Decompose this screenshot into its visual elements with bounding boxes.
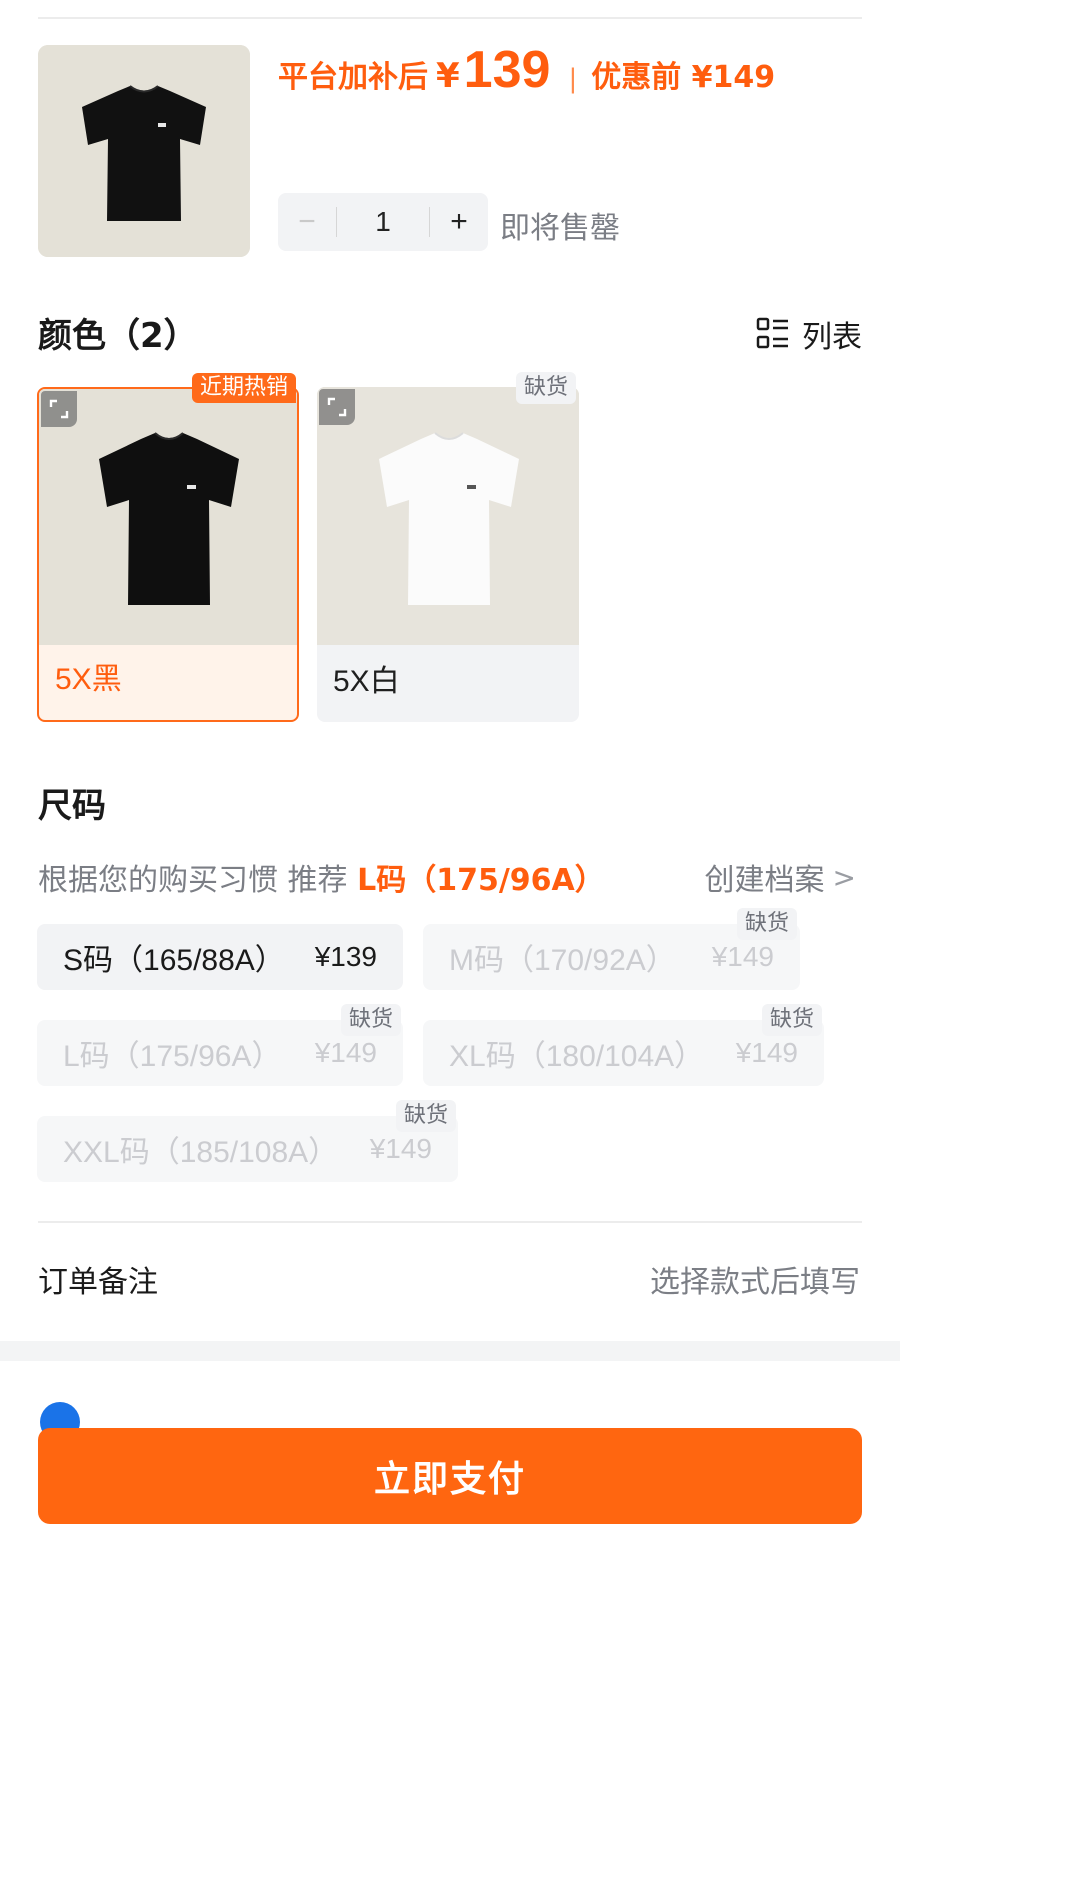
list-view-icon [756, 317, 788, 349]
black-tshirt-image [39, 389, 297, 645]
color-option-image [317, 387, 579, 645]
quantity-decrease-button[interactable]: − [278, 193, 336, 251]
price-separator: | [568, 64, 578, 94]
list-view-label: 列表 [802, 320, 862, 355]
create-profile-link[interactable]: 创建档案 > [705, 855, 856, 899]
expand-icon [49, 399, 69, 419]
quantity-increase-button[interactable]: + [430, 193, 488, 251]
size-section-title: 尺码 [38, 786, 106, 826]
stock-note: 即将售罄 [500, 211, 620, 246]
size-option-name: XXL码（185/108A） [63, 1136, 339, 1169]
order-note-input[interactable]: 选择款式后填写 [650, 1257, 860, 1301]
out-of-stock-badge: 缺货 [762, 1004, 823, 1036]
size-option-price: ¥149 [711, 941, 774, 972]
size-option-name: M码（170/92A） [449, 944, 676, 977]
color-option-white[interactable]: 5X白 [317, 387, 579, 722]
size-option-xxl[interactable]: XXL码（185/108A） ¥149 [37, 1116, 458, 1182]
out-of-stock-badge: 缺货 [396, 1100, 457, 1132]
out-of-stock-badge: 缺货 [737, 908, 798, 940]
chevron-right-icon: > [832, 860, 856, 894]
quantity-value[interactable]: 1 [337, 206, 429, 238]
currency-symbol: ¥ [436, 56, 460, 96]
list-view-toggle[interactable]: 列表 [756, 312, 862, 356]
create-profile-label: 创建档案 [704, 863, 825, 898]
size-option-price: ¥139 [314, 941, 377, 972]
recommendation-prefix: 根据您的购买习惯 推荐 [38, 863, 358, 898]
out-of-stock-badge: 缺货 [341, 1004, 402, 1036]
size-option-name: S码（165/88A） [63, 944, 285, 977]
recommended-size: L码（175/96A） [357, 863, 605, 898]
black-tshirt-image [38, 45, 250, 257]
color-section-title: 颜色（2） [38, 316, 198, 356]
hot-sale-badge: 近期热销 [191, 373, 296, 403]
product-thumbnail[interactable] [38, 45, 250, 257]
subsidized-price-label: 平台加补后 [278, 60, 428, 95]
size-recommendation: 根据您的购买习惯 推荐 L码（175/96A） [38, 855, 605, 899]
original-price: 优惠前 ¥149 [591, 60, 776, 95]
color-option-black[interactable]: 5X黑 [37, 387, 299, 722]
size-option-s[interactable]: S码（165/88A） ¥139 [37, 924, 403, 990]
size-option-price: ¥149 [369, 1133, 432, 1164]
order-note-label: 订单备注 [38, 1265, 158, 1300]
pay-now-button[interactable]: 立即支付 [38, 1428, 862, 1524]
out-of-stock-badge: 缺货 [516, 372, 577, 404]
expand-image-button[interactable] [41, 391, 77, 427]
white-tshirt-image [317, 387, 579, 645]
current-price: 139 [463, 41, 551, 99]
size-option-price: ¥149 [735, 1037, 798, 1068]
quantity-stepper: − 1 + [278, 193, 488, 251]
section-separator [0, 1341, 900, 1361]
color-option-image [39, 389, 297, 645]
size-option-name: XL码（180/104A） [449, 1040, 705, 1073]
price-line: 平台加补后 ¥ 139 | 优惠前 ¥149 [278, 40, 775, 110]
size-option-name: L码（175/96A） [63, 1040, 282, 1073]
color-option-label: 5X黑 [55, 663, 122, 696]
top-divider [38, 17, 862, 19]
size-option-price: ¥149 [314, 1037, 377, 1068]
color-option-label: 5X白 [333, 665, 400, 698]
section-divider [38, 1221, 862, 1223]
expand-icon [327, 397, 347, 417]
expand-image-button[interactable] [319, 389, 355, 425]
